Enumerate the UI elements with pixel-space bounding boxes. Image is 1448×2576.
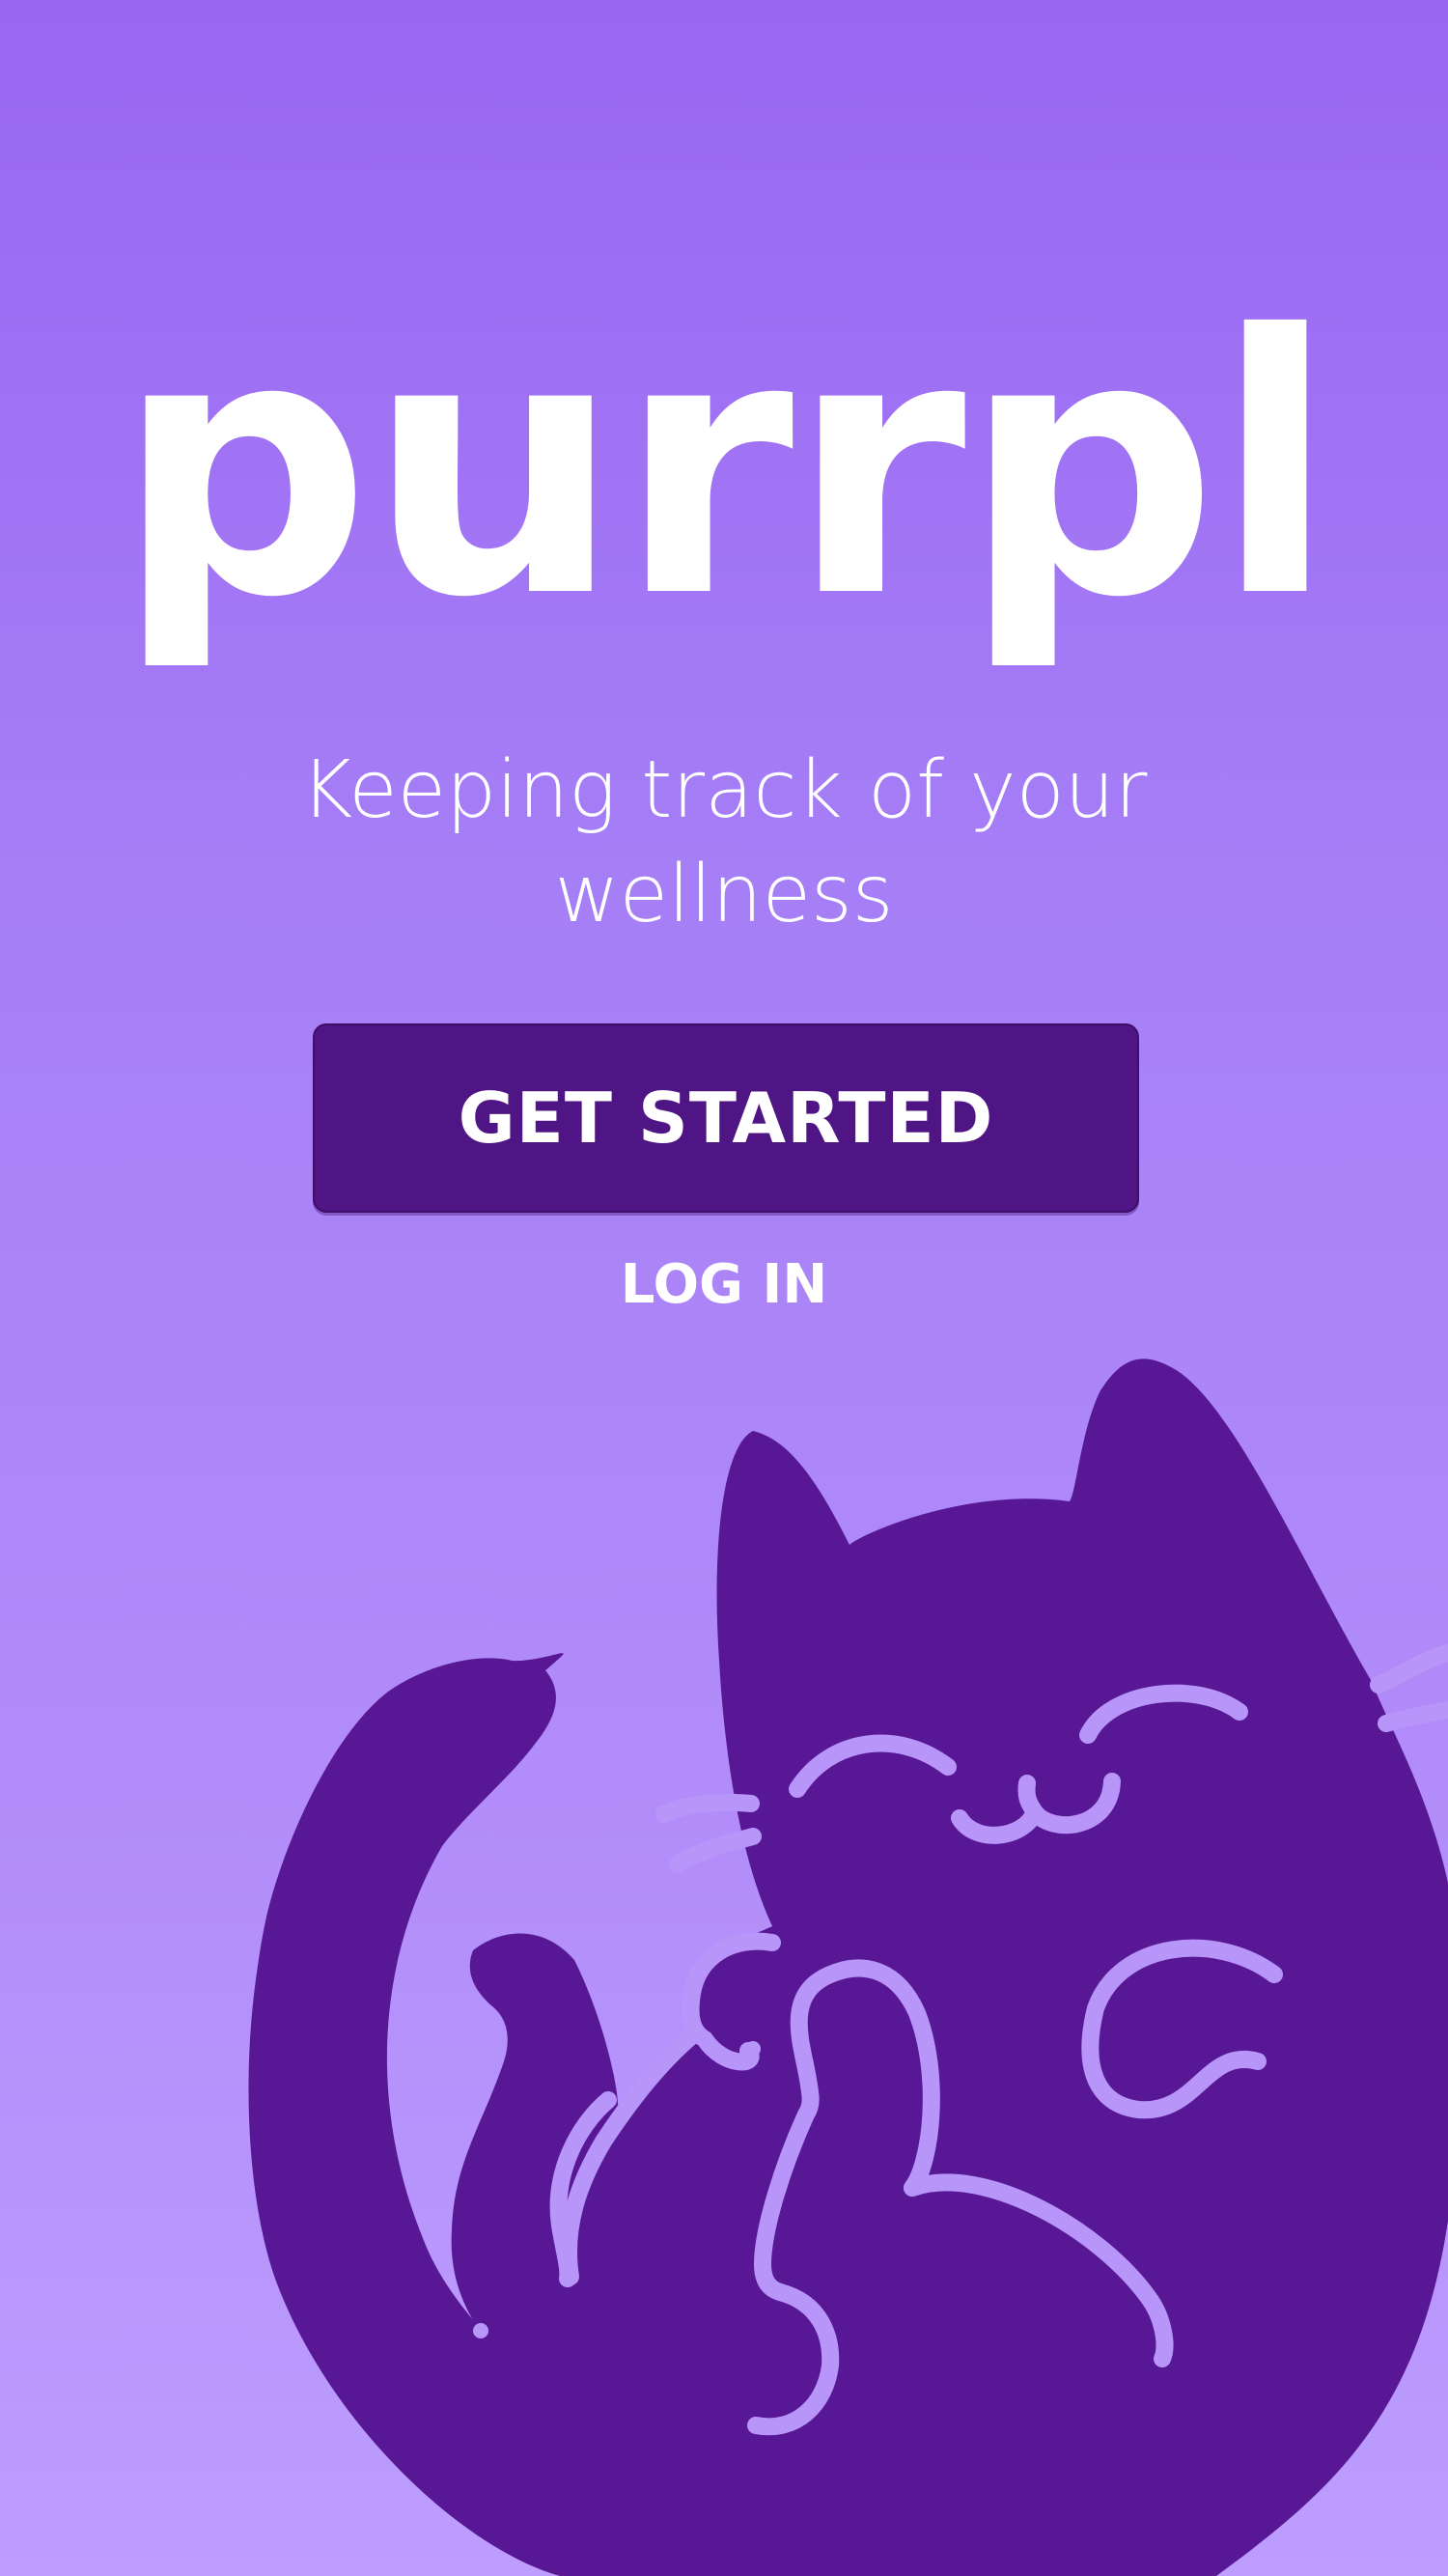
cat-front-paw-left: [682, 1932, 781, 2071]
cat-right-eye: [1079, 1684, 1248, 1744]
cat-back-leg: [904, 2173, 1174, 2367]
cat-front-paw-middle: [754, 1959, 940, 2301]
cat-belly-curl: [1081, 1939, 1283, 2119]
logo: purrpl: [115, 261, 1337, 676]
cat-whisker-left-1: [655, 1794, 760, 1823]
cat-lower-leg: [747, 2283, 840, 2436]
log-in-button[interactable]: LOG IN: [531, 1250, 917, 1318]
cat-whisker-right-2: [1378, 1701, 1448, 1732]
cat-outline-strokes: [549, 1644, 1448, 2436]
cat-left-eye: [789, 1734, 957, 1798]
tagline: Keeping track of your wellness: [300, 744, 1148, 940]
cat-stroke-dots: [473, 1704, 1282, 2433]
get-started-button[interactable]: GET STARTED: [313, 1023, 1139, 1213]
cat-whisker-right-1: [1370, 1644, 1448, 1694]
cat-whisker-left-2: [669, 1828, 762, 1873]
cat-left-arm: [560, 2029, 699, 2285]
cat-body: [248, 1358, 1448, 2576]
cat-mouth: [951, 1773, 1121, 1844]
